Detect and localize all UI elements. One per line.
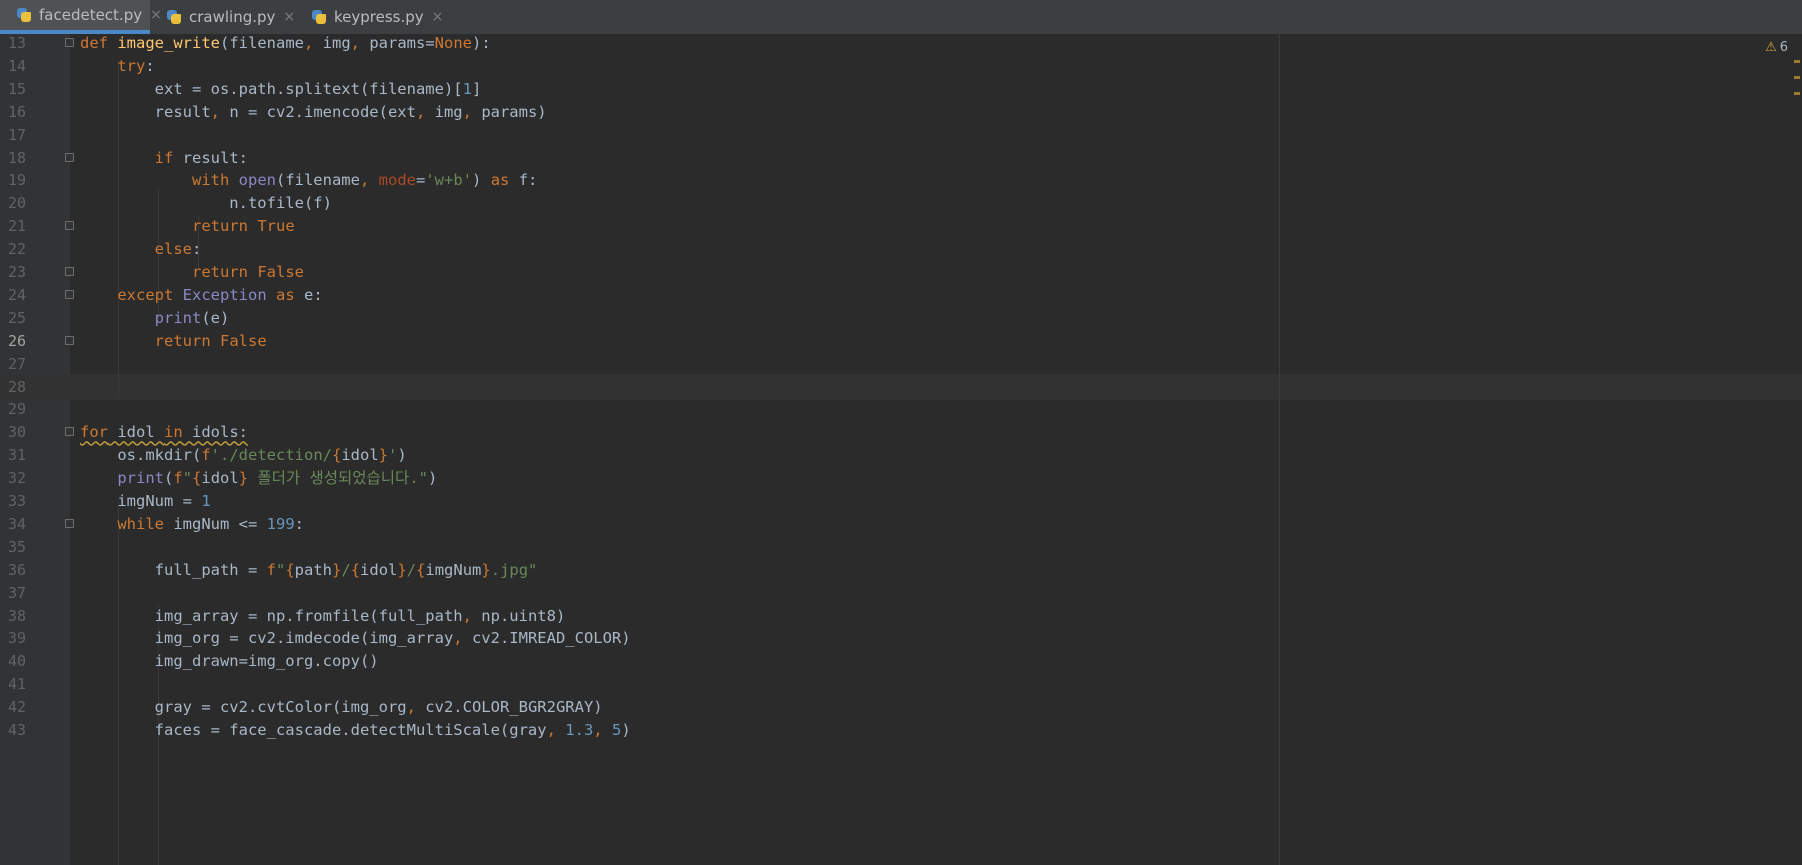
fold-marker-icon[interactable] bbox=[65, 221, 74, 231]
fold-marker-icon[interactable] bbox=[65, 427, 74, 437]
fold-marker-icon[interactable] bbox=[65, 267, 74, 276]
tab-label: facedetect.py bbox=[39, 6, 143, 24]
code-text[interactable]: faces = face_cascade.detectMultiScale(gr… bbox=[80, 717, 631, 743]
line-number: 43 bbox=[7, 721, 26, 739]
close-icon[interactable]: × bbox=[283, 9, 295, 25]
tab-facedetect[interactable]: facedetect.py × bbox=[0, 0, 162, 34]
fold-marker-icon[interactable] bbox=[65, 289, 74, 299]
fold-marker-icon[interactable] bbox=[65, 518, 74, 528]
fold-marker-icon[interactable] bbox=[65, 152, 74, 162]
python-file-icon bbox=[16, 7, 32, 23]
tab-label: crawling.py bbox=[189, 8, 276, 26]
python-file-icon bbox=[166, 9, 182, 25]
fold-marker-icon[interactable] bbox=[65, 38, 74, 47]
tab-label: keypress.py bbox=[334, 8, 424, 26]
tab-keypress[interactable]: keypress.py × bbox=[295, 0, 443, 34]
code-line[interactable]: 43 faces = face_cascade.detectMultiScale… bbox=[0, 717, 1802, 743]
tab-crawling[interactable]: crawling.py × bbox=[150, 0, 295, 34]
fold-marker-icon[interactable] bbox=[65, 335, 74, 345]
close-icon[interactable]: × bbox=[432, 9, 444, 25]
python-file-icon bbox=[311, 9, 327, 25]
